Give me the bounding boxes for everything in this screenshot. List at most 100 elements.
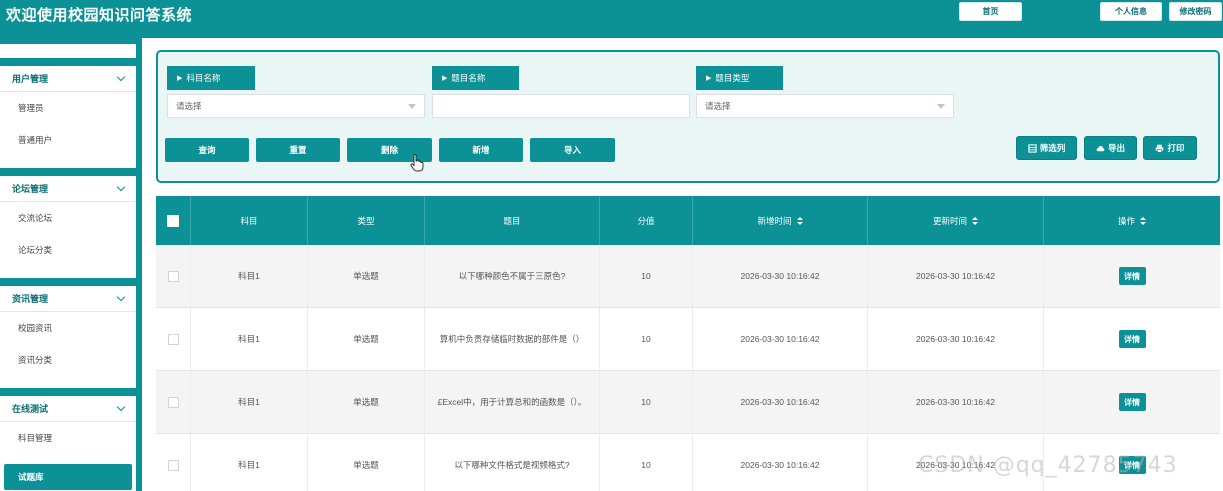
sidebar-group-head[interactable]: 论坛管理 <box>0 176 136 202</box>
sort-icon[interactable] <box>1140 216 1146 225</box>
caret-down-icon <box>408 104 416 109</box>
chevron-down-icon <box>116 402 126 412</box>
column-header-action[interactable]: 操作 <box>1044 196 1220 245</box>
subject-label: ▶ 科目名称 <box>167 66 255 90</box>
row-checkbox[interactable] <box>167 459 179 471</box>
type-select-placeholder: 请选择 <box>705 101 731 111</box>
top-bar: 欢迎使用校园知识问答系统 首页 个人信息 修改密码 <box>0 0 1223 38</box>
column-header-label: 操作 <box>1117 215 1135 226</box>
row-checkbox[interactable] <box>167 270 179 282</box>
print-label: 打印 <box>1167 143 1185 153</box>
sort-icon[interactable] <box>972 216 978 225</box>
sidebar-group-forum: 论坛管理 交流论坛 论坛分类 <box>0 176 136 278</box>
column-header-updated[interactable]: 更新时间 <box>868 196 1044 245</box>
column-header-created[interactable]: 新增时间 <box>693 196 868 245</box>
row-checkbox[interactable] <box>167 396 179 408</box>
question-label-text: 题目名称 <box>451 73 486 83</box>
reset-button[interactable]: 重置 <box>256 138 340 162</box>
cell-type: 单选题 <box>308 308 425 370</box>
question-input[interactable] <box>432 94 690 118</box>
sidebar-item-news[interactable]: 校园资讯 <box>0 312 136 344</box>
sidebar-item-admin[interactable]: 管理员 <box>0 92 136 124</box>
column-header-score: 分值 <box>600 196 693 245</box>
sidebar-group-test: 在线测试 科目管理 试题库 <box>0 396 136 491</box>
table-header: 科目 类型 题目 分值 新增时间 更新时间 操作 <box>156 196 1220 245</box>
sidebar-group-title: 资讯管理 <box>12 294 49 304</box>
chevron-down-icon <box>116 72 126 82</box>
sidebar: 用户管理 管理员 普通用户 论坛管理 交流论坛 论坛分类 资讯管理 校园资讯 资… <box>0 38 142 491</box>
sidebar-item-subject[interactable]: 科目管理 <box>0 422 136 454</box>
sidebar-group-head[interactable]: 资讯管理 <box>0 286 136 312</box>
column-header-label: 分值 <box>637 215 655 226</box>
subject-select[interactable]: 请选择 <box>167 94 425 118</box>
app-title: 欢迎使用校园知识问答系统 <box>6 7 193 24</box>
detail-button[interactable]: 详情 <box>1118 330 1146 348</box>
cell-action: 详情 <box>1044 308 1220 370</box>
row-checkbox[interactable] <box>167 333 179 345</box>
column-header-type: 类型 <box>308 196 425 245</box>
subject-label-text: 科目名称 <box>186 73 221 83</box>
filter-columns-icon <box>1028 143 1037 153</box>
cell-created: 2026-03-30 10:16:42 <box>693 308 868 370</box>
cell-score: 10 <box>600 308 693 370</box>
row-select-cell <box>156 434 191 491</box>
triangle-right-icon: ▶ <box>442 75 448 82</box>
cell-created: 2026-03-30 10:16:42 <box>693 434 868 491</box>
export-button[interactable]: 导出 <box>1084 136 1137 160</box>
cell-type: 单选题 <box>308 245 425 307</box>
column-header-label: 科目 <box>240 215 258 226</box>
cell-subject: 科目1 <box>191 371 308 433</box>
type-label-text: 题目类型 <box>715 73 750 83</box>
profile-button[interactable]: 个人信息 <box>1100 2 1162 21</box>
cell-updated: 2026-03-30 10:16:42 <box>868 308 1044 370</box>
cell-score: 10 <box>600 434 693 491</box>
sidebar-item-user[interactable]: 普通用户 <box>0 124 136 156</box>
cell-subject: 科目1 <box>191 308 308 370</box>
cell-subject: 科目1 <box>191 434 308 491</box>
cell-updated: 2026-03-30 10:16:42 <box>868 371 1044 433</box>
sidebar-item-question-bank[interactable]: 试题库 <box>4 464 132 490</box>
row-select-cell <box>156 308 191 370</box>
watermark: CSDN @qq_42785743 <box>918 453 1178 478</box>
cell-question: 以下哪种颜色不属于三原色? <box>425 245 600 307</box>
column-header-label: 题目 <box>503 215 521 226</box>
type-select[interactable]: 请选择 <box>696 94 954 118</box>
hand-cursor-icon <box>410 154 424 172</box>
sidebar-item-forum-category[interactable]: 论坛分类 <box>0 234 136 266</box>
sidebar-item-news-category[interactable]: 资讯分类 <box>0 344 136 376</box>
cell-score: 10 <box>600 245 693 307</box>
cell-created: 2026-03-30 10:16:42 <box>693 245 868 307</box>
chevron-down-icon <box>116 182 126 192</box>
filter-columns-button[interactable]: 筛选列 <box>1016 136 1077 160</box>
triangle-right-icon: ▶ <box>706 75 712 82</box>
change-password-button[interactable]: 修改密码 <box>1169 2 1222 21</box>
triangle-right-icon: ▶ <box>177 75 183 82</box>
cell-created: 2026-03-30 10:16:42 <box>693 371 868 433</box>
select-all-checkbox[interactable] <box>167 214 179 227</box>
home-button[interactable]: 首页 <box>959 2 1022 21</box>
cell-question: £Excel中，用于计算总和的函数是（）。 <box>425 371 600 433</box>
column-header-question: 题目 <box>425 196 600 245</box>
import-button[interactable]: 导入 <box>530 138 615 162</box>
select-all-cell <box>156 196 191 245</box>
search-panel: ▶ 科目名称 请选择 ▶ 题目名称 ▶ 题目类型 请选择 查询 重置 删除 新增… <box>156 50 1220 183</box>
sort-icon[interactable] <box>796 216 803 225</box>
detail-button[interactable]: 详情 <box>1118 267 1146 285</box>
sidebar-group-head[interactable]: 在线测试 <box>0 396 136 422</box>
add-button[interactable]: 新增 <box>439 138 523 162</box>
sidebar-group-head[interactable]: 用户管理 <box>0 66 136 92</box>
chevron-down-icon <box>116 292 126 302</box>
cell-action: 详情 <box>1044 245 1220 307</box>
cell-action: 详情 <box>1044 371 1220 433</box>
cell-score: 10 <box>600 371 693 433</box>
detail-button[interactable]: 详情 <box>1118 393 1146 411</box>
printer-icon <box>1156 144 1164 153</box>
type-label: ▶ 题目类型 <box>696 66 783 90</box>
sidebar-item-forum[interactable]: 交流论坛 <box>0 202 136 234</box>
cell-question: 算机中负责存储临时数据的部件是（） <box>425 308 600 370</box>
table-row: 科目1 单选题 £Excel中，用于计算总和的函数是（）。 10 2026-03… <box>156 371 1220 434</box>
cell-type: 单选题 <box>308 434 425 491</box>
query-button[interactable]: 查询 <box>165 138 249 162</box>
print-button[interactable]: 打印 <box>1143 136 1197 160</box>
subject-select-placeholder: 请选择 <box>176 101 202 111</box>
